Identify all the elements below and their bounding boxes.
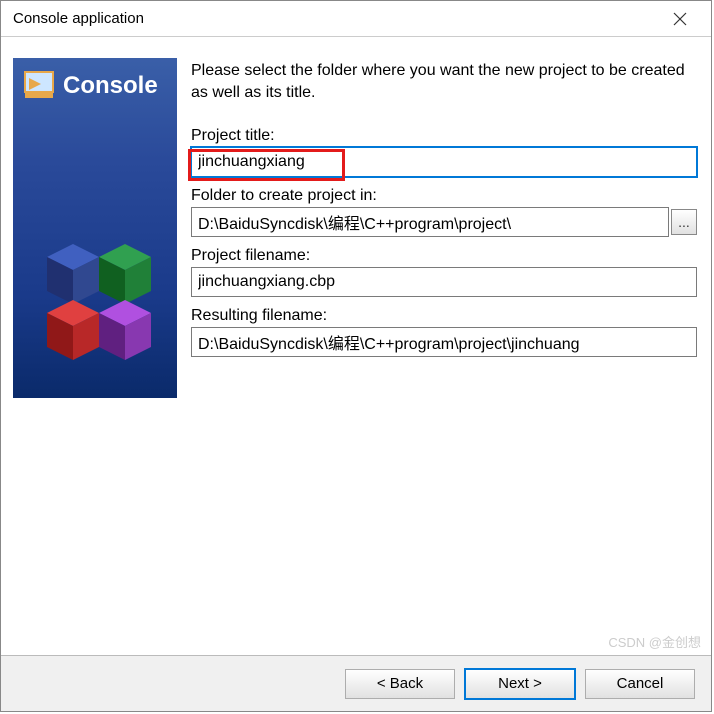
browse-button[interactable]: ... <box>671 209 697 235</box>
close-icon <box>673 12 687 26</box>
project-filename-label: Project filename: <box>191 247 697 265</box>
watermark: CSDN @金创想 <box>608 632 701 651</box>
cubes-graphic <box>33 238 163 368</box>
folder-input[interactable] <box>191 207 669 237</box>
resulting-filename-input[interactable] <box>191 327 697 357</box>
wizard-window: Console application Console <box>0 0 712 712</box>
wizard-sidebar: Console <box>13 58 177 398</box>
project-title-label: Project title: <box>191 127 697 145</box>
window-title: Console application <box>9 10 657 27</box>
close-button[interactable] <box>657 4 703 34</box>
wizard-content: Please select the folder where you want … <box>191 60 697 367</box>
project-title-input[interactable] <box>191 147 697 177</box>
cancel-button[interactable]: Cancel <box>585 669 695 699</box>
folder-label: Folder to create project in: <box>191 187 697 205</box>
button-bar: < Back Next > Cancel <box>1 655 711 711</box>
console-icon <box>21 68 57 104</box>
back-button[interactable]: < Back <box>345 669 455 699</box>
project-filename-input[interactable] <box>191 267 697 297</box>
banner-text: Console <box>63 72 158 100</box>
titlebar: Console application <box>1 1 711 37</box>
next-button[interactable]: Next > <box>465 669 575 699</box>
instructions-text: Please select the folder where you want … <box>191 60 697 105</box>
console-banner: Console <box>13 58 177 114</box>
resulting-filename-label: Resulting filename: <box>191 307 697 325</box>
